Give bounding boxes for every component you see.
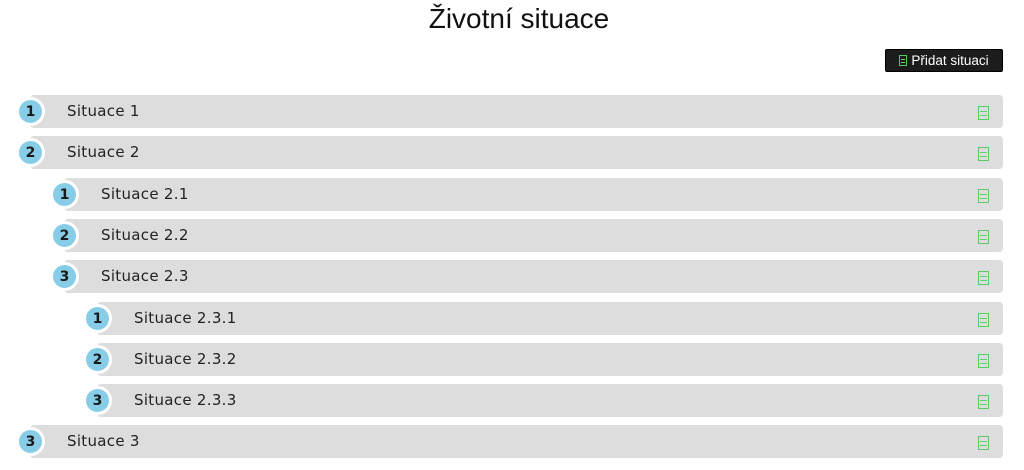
tree-row[interactable]: 2 Situace 2.2 bbox=[50, 219, 1003, 252]
row-document-button[interactable] bbox=[978, 394, 989, 409]
row-label: Situace 2.3.2 bbox=[134, 350, 237, 368]
row-number-badge: 3 bbox=[50, 262, 79, 291]
row-label: Situace 2.3.1 bbox=[134, 309, 237, 327]
row-background bbox=[64, 219, 1003, 252]
tree-row[interactable]: 3 Situace 3 bbox=[16, 425, 1003, 458]
document-icon bbox=[978, 271, 989, 285]
row-number-badge: 1 bbox=[16, 97, 45, 126]
row-document-button[interactable] bbox=[978, 188, 989, 203]
document-icon bbox=[978, 106, 989, 120]
row-document-button[interactable] bbox=[978, 229, 989, 244]
row-label: Situace 3 bbox=[67, 432, 140, 450]
row-document-button[interactable] bbox=[978, 353, 989, 368]
document-icon bbox=[978, 230, 989, 244]
row-number-badge: 1 bbox=[83, 304, 112, 333]
document-icon bbox=[978, 147, 989, 161]
document-icon bbox=[978, 189, 989, 203]
document-icon bbox=[978, 395, 989, 409]
row-label: Situace 2.2 bbox=[101, 226, 189, 244]
page-title: Životní situace bbox=[428, 3, 610, 34]
row-number-badge: 2 bbox=[16, 138, 45, 167]
tree-row[interactable]: 2 Situace 2.3.2 bbox=[83, 343, 1003, 376]
row-label: Situace 2.1 bbox=[101, 185, 189, 203]
row-label: Situace 2.3.3 bbox=[134, 391, 237, 409]
row-number-badge: 1 bbox=[50, 180, 79, 209]
document-icon bbox=[978, 313, 989, 327]
row-background bbox=[64, 260, 1003, 293]
row-document-button[interactable] bbox=[978, 146, 989, 161]
tree-row[interactable]: 3 Situace 2.3 bbox=[50, 260, 1003, 293]
row-number-badge: 2 bbox=[83, 345, 112, 374]
tree-row[interactable]: 2 Situace 2 bbox=[16, 136, 1003, 169]
tree-row[interactable]: 1 Situace 1 bbox=[16, 95, 1003, 128]
add-situation-button[interactable]: Přidat situaci bbox=[885, 49, 1003, 72]
row-background bbox=[30, 425, 1003, 458]
row-background bbox=[64, 178, 1003, 211]
row-number-badge: 3 bbox=[16, 427, 45, 456]
tree-row[interactable]: 1 Situace 2.1 bbox=[50, 178, 1003, 211]
document-icon bbox=[978, 436, 989, 450]
row-number-badge: 3 bbox=[83, 386, 112, 415]
row-document-button[interactable] bbox=[978, 312, 989, 327]
row-document-button[interactable] bbox=[978, 435, 989, 450]
row-label: Situace 2 bbox=[67, 143, 140, 161]
tree-row[interactable]: 3 Situace 2.3.3 bbox=[83, 384, 1003, 417]
document-icon bbox=[978, 354, 989, 368]
row-background bbox=[30, 136, 1003, 169]
add-situation-label: Přidat situaci bbox=[911, 53, 989, 68]
document-icon bbox=[899, 55, 908, 66]
row-label: Situace 2.3 bbox=[101, 267, 189, 285]
row-number-badge: 2 bbox=[50, 221, 79, 250]
tree-row[interactable]: 1 Situace 2.3.1 bbox=[83, 302, 1003, 335]
row-document-button[interactable] bbox=[978, 105, 989, 120]
row-document-button[interactable] bbox=[978, 270, 989, 285]
row-background bbox=[30, 95, 1003, 128]
row-label: Situace 1 bbox=[67, 102, 140, 120]
